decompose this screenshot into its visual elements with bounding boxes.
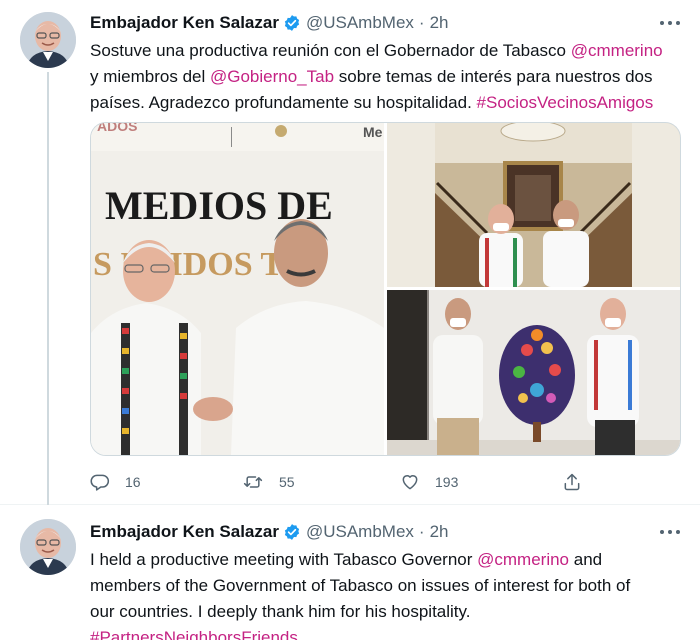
- text-segment: I held a productive meeting with Tabasco…: [90, 550, 478, 569]
- share-icon: [562, 472, 582, 492]
- photo-tree-of-life[interactable]: [387, 290, 680, 455]
- text-segment: países. Agradezco profundamente su hospi…: [90, 93, 477, 112]
- more-options-icon[interactable]: [660, 16, 680, 30]
- like-count: 193: [435, 474, 459, 490]
- text-segment: and: [569, 550, 603, 569]
- text-line: members of the Government of Tabasco on …: [90, 576, 631, 595]
- heart-icon: [400, 472, 420, 492]
- avatar[interactable]: [20, 12, 76, 68]
- retweet-icon: [242, 472, 264, 492]
- thread-connector: [47, 72, 49, 505]
- timestamp[interactable]: 2h: [430, 13, 449, 33]
- text-line: our countries. I deeply thank him for hi…: [90, 602, 471, 621]
- separator-dot: ·: [418, 522, 425, 541]
- author-handle[interactable]: @USAmbMex: [306, 13, 414, 33]
- text-segment: y miembros del: [90, 67, 210, 86]
- text-line: países. Agradezco profundamente su hospi…: [90, 90, 688, 116]
- author-name[interactable]: Embajador Ken Salazar: [90, 13, 279, 33]
- text-line: #PartnersNeighborsFriends: [90, 625, 688, 640]
- text-segment: sobre temas de interés para nuestros dos: [334, 67, 653, 86]
- tweet-text: Sostuve una productiva reunión con el Go…: [90, 38, 688, 116]
- text-line: y miembros del @Gobierno_Tab sobre temas…: [90, 64, 688, 90]
- hashtag-link[interactable]: #SociosVecinosAmigos: [477, 93, 654, 112]
- media-grid: ADOS Me MEDIOS DE S UNIDOS TA: [90, 122, 681, 456]
- more-options-icon[interactable]: [660, 525, 680, 539]
- tweet[interactable]: Embajador Ken Salazar @USAmbMex · 2h Sos…: [0, 0, 700, 505]
- verified-badge-icon: [283, 14, 301, 32]
- avatar[interactable]: [20, 519, 76, 575]
- tweet[interactable]: Embajador Ken Salazar @USAmbMex · 2h I h…: [0, 506, 700, 640]
- timestamp[interactable]: 2h: [430, 522, 449, 542]
- reply-button[interactable]: 16: [90, 468, 141, 496]
- tweet-header: Embajador Ken Salazar @USAmbMex · 2h: [90, 11, 449, 35]
- mention-link[interactable]: @cmmerino: [571, 41, 663, 60]
- like-button[interactable]: 193: [400, 468, 458, 496]
- mention-link[interactable]: @Gobierno_Tab: [210, 67, 334, 86]
- sign-fragment-right: Me: [363, 124, 383, 140]
- retweet-count: 55: [279, 474, 295, 490]
- sign-fragment-left: ADOS: [97, 123, 137, 134]
- text-segment: Sostuve una productiva reunión con el Go…: [90, 41, 571, 60]
- text-line: Sostuve una productiva reunión con el Go…: [90, 38, 688, 64]
- separator-dot: ·: [418, 13, 425, 32]
- photo-staircase[interactable]: [387, 123, 680, 287]
- photo-handshake[interactable]: ADOS Me MEDIOS DE S UNIDOS TA: [91, 123, 384, 455]
- retweet-button[interactable]: 55: [242, 468, 295, 496]
- reply-count: 16: [125, 474, 141, 490]
- author-handle[interactable]: @USAmbMex: [306, 522, 414, 542]
- reply-icon: [90, 472, 110, 492]
- tweet-header: Embajador Ken Salazar @USAmbMex · 2h: [90, 520, 449, 544]
- verified-badge-icon: [283, 523, 301, 541]
- tweet-actions: 16 55 193: [90, 468, 600, 496]
- text-line: I held a productive meeting with Tabasco…: [90, 547, 688, 573]
- tweet-text: I held a productive meeting with Tabasco…: [90, 547, 688, 640]
- hashtag-link[interactable]: #PartnersNeighborsFriends: [90, 628, 298, 640]
- author-name[interactable]: Embajador Ken Salazar: [90, 522, 279, 542]
- mention-link[interactable]: @cmmerino: [477, 550, 569, 569]
- share-button[interactable]: [562, 468, 582, 496]
